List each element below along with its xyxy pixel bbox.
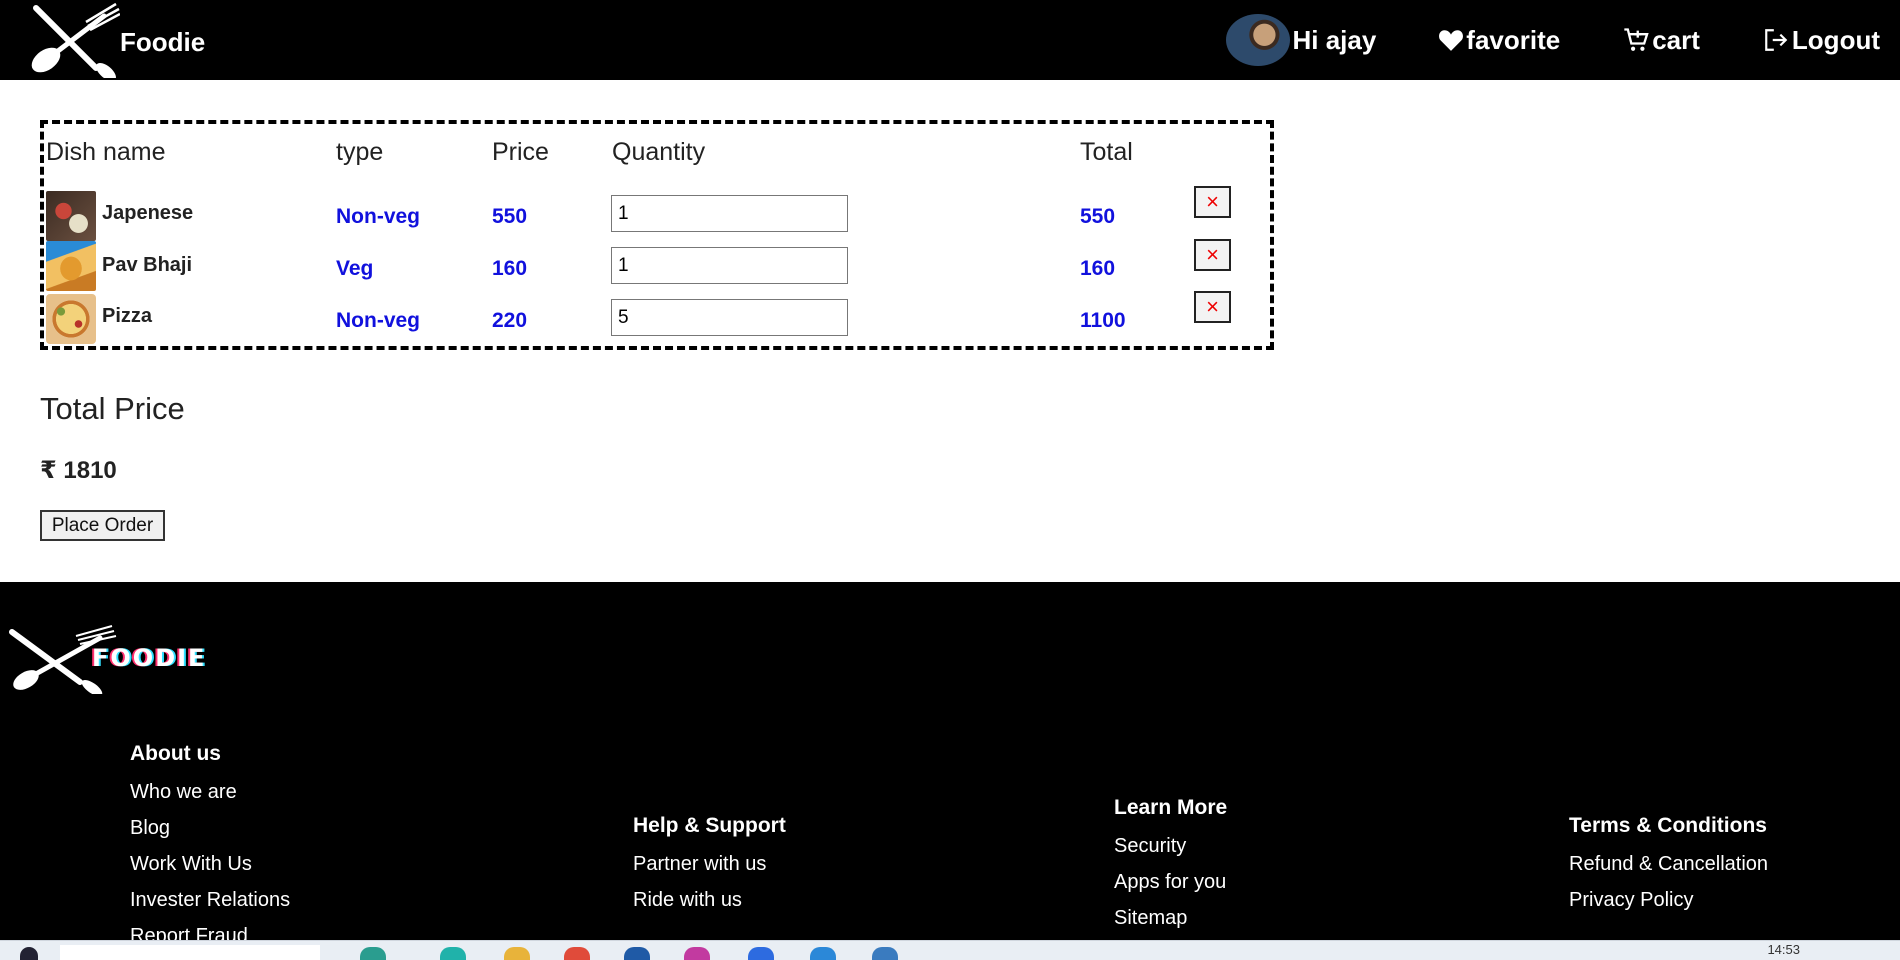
- dish-name: Pav Bhaji: [102, 254, 193, 276]
- user-greeting[interactable]: Hi ajay: [1226, 14, 1376, 66]
- heart-icon: [1438, 28, 1464, 52]
- nav-menu: Hi ajay favorite cart Logout: [1226, 0, 1880, 80]
- place-order-button[interactable]: Place Order: [40, 510, 165, 541]
- column-header-type: type: [336, 138, 384, 166]
- remove-item-button[interactable]: ×: [1194, 239, 1231, 271]
- os-taskbar: 14:53: [0, 940, 1900, 960]
- app-icon[interactable]: [684, 947, 710, 960]
- footer-link[interactable]: Invester Relations: [130, 888, 290, 924]
- search-box[interactable]: [60, 945, 320, 960]
- footer-link[interactable]: Ride with us: [633, 888, 786, 924]
- logout-link[interactable]: Logout: [1762, 25, 1880, 56]
- total-price-label: Total Price: [40, 391, 185, 426]
- footer-link[interactable]: Security: [1114, 834, 1227, 870]
- column-header-total: Total: [1080, 138, 1133, 166]
- dish-type: Non-veg: [336, 309, 420, 332]
- dish-name: Japenese: [102, 202, 194, 224]
- footer-heading: About us: [130, 742, 221, 765]
- brand-name: Foodie: [120, 27, 206, 57]
- remove-item-button[interactable]: ×: [1194, 186, 1231, 218]
- favorite-link[interactable]: favorite: [1438, 25, 1560, 56]
- start-icon[interactable]: [20, 947, 38, 960]
- app-icon[interactable]: [440, 947, 466, 960]
- quantity-input[interactable]: [611, 247, 848, 284]
- column-header-quantity: Quantity: [612, 138, 706, 166]
- dish-type: Non-veg: [336, 205, 420, 228]
- footer-help-column: Help & Support Partner with us Ride with…: [633, 814, 786, 924]
- remove-item-button[interactable]: ×: [1194, 291, 1231, 323]
- footer-terms-column: Terms & Conditions Refund & Cancellation…: [1569, 814, 1768, 924]
- footer-link[interactable]: Who we are: [130, 780, 290, 816]
- top-navbar: Foodie Hi ajay favorite cart Logout: [0, 0, 1900, 80]
- cart-label: cart: [1652, 24, 1700, 55]
- close-icon: ×: [1206, 294, 1219, 319]
- footer-link[interactable]: Work With Us: [130, 852, 290, 888]
- column-header-price: Price: [492, 138, 549, 166]
- clock: 14:53: [1767, 942, 1800, 957]
- fork-spoon-logo-icon: [31, 2, 120, 78]
- row-total: 550: [1080, 205, 1116, 228]
- dish-price: 160: [492, 257, 528, 280]
- table-row: Pizza Non-veg 220 1100 ×: [44, 291, 1270, 344]
- column-header-dish: Dish name: [46, 138, 166, 166]
- app-icon[interactable]: [872, 947, 898, 960]
- favorite-label: favorite: [1466, 24, 1561, 55]
- footer-heading: Terms & Conditions: [1569, 814, 1767, 837]
- footer-brand: FOODIE: [92, 644, 207, 672]
- greeting-label: Hi ajay: [1292, 24, 1377, 55]
- dish-name: Pizza: [102, 305, 153, 327]
- folder-icon[interactable]: [504, 947, 530, 960]
- app-icon[interactable]: [748, 947, 774, 960]
- total-price-amount: ₹ 1810: [40, 457, 117, 484]
- row-total: 1100: [1080, 309, 1126, 332]
- footer-link[interactable]: Sitemap: [1114, 906, 1227, 942]
- logout-icon: [1762, 27, 1790, 53]
- cart-icon: [1622, 26, 1650, 54]
- footer-learn-column: Learn More Security Apps for you Sitemap: [1114, 796, 1227, 942]
- footer-heading: Help & Support: [633, 814, 786, 837]
- footer: FOODIE About us Who we are Blog Work Wit…: [0, 582, 1900, 947]
- dish-type: Veg: [336, 257, 374, 280]
- footer-link[interactable]: Blog: [130, 816, 290, 852]
- dish-image: [46, 294, 96, 344]
- footer-link[interactable]: Partner with us: [633, 852, 786, 888]
- footer-heading: Learn More: [1114, 796, 1228, 819]
- dish-price: 550: [492, 205, 528, 228]
- browser-icon[interactable]: [564, 947, 590, 960]
- dish-image: [46, 241, 96, 291]
- footer-link[interactable]: Apps for you: [1114, 870, 1227, 906]
- quantity-input[interactable]: [611, 299, 848, 336]
- brand-link[interactable]: Foodie: [26, 2, 205, 78]
- row-total: 160: [1080, 257, 1116, 280]
- avatar: [1226, 14, 1291, 66]
- logout-label: Logout: [1791, 24, 1880, 55]
- app-icon[interactable]: [360, 947, 386, 960]
- close-icon: ×: [1206, 189, 1219, 214]
- vscode-icon[interactable]: [810, 947, 836, 960]
- cart-link[interactable]: cart: [1622, 25, 1700, 56]
- dish-price: 220: [492, 309, 528, 332]
- quantity-input[interactable]: [611, 195, 848, 232]
- footer-link[interactable]: Refund & Cancellation: [1569, 852, 1768, 888]
- footer-about-column: About us Who we are Blog Work With Us In…: [130, 742, 290, 960]
- close-icon: ×: [1206, 242, 1219, 267]
- dish-image: [46, 191, 96, 241]
- table-row: Japenese Non-veg 550 550 ×: [44, 186, 1270, 241]
- app-icon[interactable]: [624, 947, 650, 960]
- cart-table: Dish name type Price Quantity Total Jape…: [40, 120, 1274, 350]
- table-row: Pav Bhaji Veg 160 160 ×: [44, 239, 1270, 291]
- footer-link[interactable]: Privacy Policy: [1569, 888, 1768, 924]
